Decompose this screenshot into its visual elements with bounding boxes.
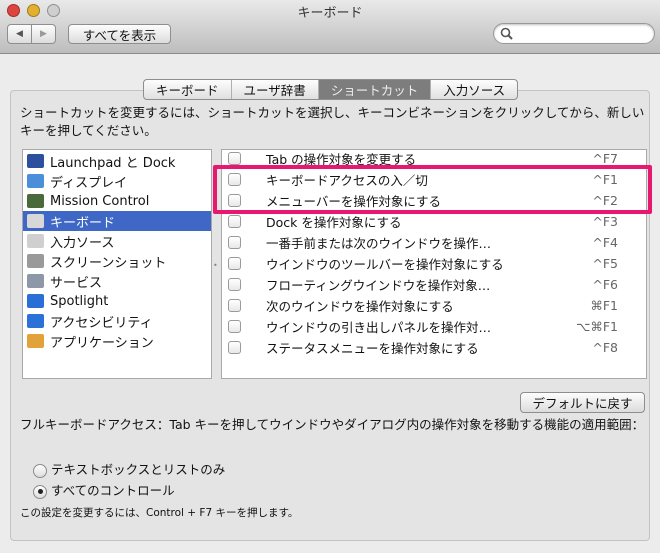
radio-label: テキストボックスとリストのみ — [51, 462, 226, 477]
shortcut-label: フローティングウインドウを操作対象… — [266, 278, 491, 293]
category-label: ディスプレイ — [50, 175, 128, 191]
shortcut-key[interactable]: ^F4 — [592, 235, 618, 250]
shortcut-key[interactable]: ^F3 — [592, 214, 618, 229]
shortcut-row[interactable]: フローティングウインドウを操作対象… ^F6 — [222, 274, 646, 295]
category-label: Spotlight — [50, 293, 109, 309]
highlight-box — [213, 165, 652, 214]
gear-icon — [27, 274, 44, 288]
tab-input-sources[interactable]: 入力ソース — [431, 80, 517, 99]
tab-keyboard[interactable]: キーボード — [144, 80, 232, 99]
category-item[interactable]: 入力ソース — [23, 231, 211, 251]
category-list[interactable]: Launchpad と Dock ディスプレイ Mission Control キーボ… — [22, 149, 212, 379]
category-label: アプリケーション — [50, 335, 154, 351]
shortcut-checkbox[interactable] — [228, 320, 241, 333]
shortcut-key[interactable]: ^F8 — [592, 340, 618, 355]
tab-user-dictionary[interactable]: ユーザ辞書 — [232, 80, 319, 99]
back-icon: ◀ — [16, 29, 23, 39]
split-handle[interactable]: • — [213, 261, 218, 270]
shortcut-checkbox[interactable] — [228, 341, 241, 354]
category-item[interactable]: Mission Control — [23, 191, 211, 211]
category-item[interactable]: スクリーンショット — [23, 251, 211, 271]
forward-icon: ▶ — [40, 29, 47, 39]
shortcut-checkbox[interactable] — [228, 299, 241, 312]
accessibility-icon — [27, 314, 44, 328]
shortcut-row[interactable]: 一番手前または次のウインドウを操作… ^F4 — [222, 232, 646, 253]
shortcut-row[interactable]: ウインドウの引き出しパネルを操作対… ⌥⌘F1 — [222, 316, 646, 337]
launchpad-icon — [27, 154, 44, 168]
radio-label: すべてのコントロール — [51, 483, 175, 498]
shortcut-key[interactable]: ^F7 — [592, 151, 618, 166]
category-item[interactable]: サービス — [23, 271, 211, 291]
category-label: スクリーンショット — [50, 255, 167, 271]
shortcut-label: 一番手前または次のウインドウを操作… — [266, 236, 492, 251]
category-item[interactable]: ディスプレイ — [23, 171, 211, 191]
category-label: サービス — [50, 275, 103, 291]
footnote: この設定を変更するには、Control + F7 キーを押します。 — [20, 507, 299, 519]
restore-defaults-button[interactable]: デフォルトに戻す — [520, 392, 645, 413]
shortcut-label: ステータスメニューを操作対象にする — [266, 341, 479, 356]
radio-text-boxes-only[interactable]: テキストボックスとリストのみ — [33, 459, 225, 478]
shortcut-label: ウインドウの引き出しパネルを操作対… — [266, 320, 492, 335]
shortcut-checkbox[interactable] — [228, 236, 241, 249]
search-input[interactable] — [493, 23, 655, 44]
display-icon — [27, 174, 44, 188]
category-item[interactable]: アプリケーション — [23, 331, 211, 351]
shortcut-label: ウインドウのツールバーを操作対象にする — [266, 257, 504, 272]
shortcut-key[interactable]: ⌥⌘F1 — [576, 319, 618, 334]
full-keyboard-access-label: フルキーボードアクセス：Tab キーを押してウインドウやダイアログ内の操作対象を… — [20, 417, 645, 432]
shortcut-key[interactable]: ^F5 — [592, 256, 618, 271]
radio-button[interactable] — [33, 463, 47, 478]
shortcut-row[interactable]: ウインドウのツールバーを操作対象にする ^F5 — [222, 253, 646, 274]
keyboard-icon — [27, 214, 44, 228]
category-item[interactable]: Launchpad と Dock — [23, 151, 211, 171]
back-button[interactable]: ◀ — [7, 24, 32, 44]
screenshot-icon — [27, 254, 44, 268]
shortcut-checkbox[interactable] — [228, 278, 241, 291]
shortcut-checkbox[interactable] — [228, 152, 241, 165]
shortcut-row[interactable]: Dock を操作対象にする ^F3 — [222, 211, 646, 232]
shortcut-row[interactable]: 次のウインドウを操作対象にする ⌘F1 — [222, 295, 646, 316]
window-title: キーボード — [297, 6, 363, 21]
category-item[interactable]: Spotlight — [23, 291, 211, 311]
mission-control-icon — [27, 194, 44, 208]
show-all-button[interactable]: すべてを表示 — [68, 24, 171, 44]
shortcut-key[interactable]: ^F6 — [592, 277, 618, 292]
shortcut-checkbox[interactable] — [228, 257, 241, 270]
shortcut-checkbox[interactable] — [228, 215, 241, 228]
shortcut-key[interactable]: ⌘F1 — [590, 298, 618, 313]
spotlight-icon — [27, 294, 44, 308]
tab-bar: キーボード ユーザ辞書 ショートカット 入力ソース — [143, 79, 519, 100]
applications-icon — [27, 334, 44, 348]
title-bar: キーボード ◀ ▶ すべてを表示 — [0, 0, 660, 54]
search-icon — [500, 27, 513, 40]
category-item[interactable]: アクセシビリティ — [23, 311, 211, 331]
shortcut-description: ショートカットを変更するには、ショートカットを選択し、キーコンビネーションをクリ… — [20, 105, 645, 138]
category-label: Launchpad と Dock — [50, 155, 176, 171]
shortcut-row[interactable]: ステータスメニューを操作対象にする ^F8 — [222, 337, 646, 358]
radio-button[interactable] — [33, 484, 47, 499]
shortcut-label: 次のウインドウを操作対象にする — [266, 299, 454, 314]
keyboard-icon — [27, 234, 44, 248]
category-label: 入力ソース — [50, 235, 115, 251]
forward-button[interactable]: ▶ — [31, 24, 56, 44]
radio-all-controls[interactable]: すべてのコントロール — [33, 480, 175, 499]
category-label: キーボード — [50, 215, 116, 231]
shortcut-label: Dock を操作対象にする — [266, 215, 402, 230]
category-label: アクセシビリティ — [50, 315, 153, 331]
category-label: Mission Control — [50, 193, 150, 209]
category-item[interactable]: キーボード — [23, 211, 211, 231]
tab-shortcuts[interactable]: ショートカット — [318, 80, 432, 99]
